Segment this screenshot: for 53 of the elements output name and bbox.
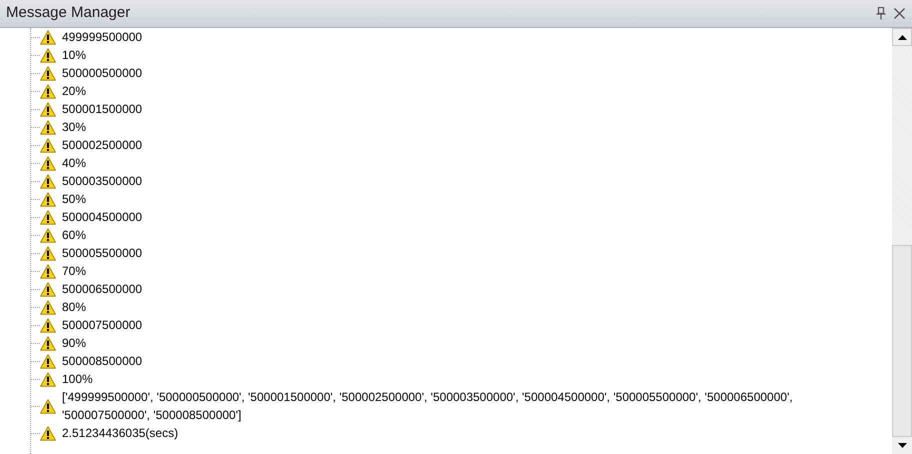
message-text: 500003500000 <box>62 173 142 190</box>
warning-icon <box>40 318 56 332</box>
warning-icon <box>40 426 56 440</box>
up-arrow-icon <box>898 34 906 40</box>
warning-icon <box>40 192 56 206</box>
message-text: 20% <box>62 83 86 100</box>
message-text: 500005500000 <box>62 245 142 262</box>
warning-icon <box>40 398 56 414</box>
message-text: 499999500000 <box>62 29 142 46</box>
warning-icon <box>40 210 56 224</box>
message-text: 80% <box>62 299 86 316</box>
message-text: 500007500000 <box>62 317 142 334</box>
message-text: 500002500000 <box>62 137 142 154</box>
warning-icon <box>40 120 56 134</box>
message-text: 50% <box>62 191 86 208</box>
close-icon[interactable] <box>894 8 905 19</box>
message-text: 100% <box>62 371 93 388</box>
scroll-thumb[interactable] <box>892 245 912 437</box>
warning-icon <box>40 228 56 242</box>
warning-icon <box>40 264 56 278</box>
warning-icon <box>40 246 56 260</box>
message-text: 2.51234436035(secs) <box>62 425 178 442</box>
message-text: 30% <box>62 119 86 136</box>
warning-icon <box>40 354 56 368</box>
warning-icon <box>40 66 56 80</box>
message-text: 70% <box>62 263 86 280</box>
warning-icon <box>40 300 56 314</box>
warning-icon <box>40 156 56 170</box>
message-text: 500001500000 <box>62 101 142 118</box>
message-text: 500000500000 <box>62 65 142 82</box>
message-text: 60% <box>62 227 86 244</box>
window-title: Message Manager <box>6 3 130 24</box>
warning-icon <box>40 30 56 44</box>
warning-icon <box>40 102 56 116</box>
down-arrow-icon <box>898 443 906 448</box>
warning-icon <box>40 336 56 350</box>
message-text: 500006500000 <box>62 281 142 298</box>
warning-icon <box>40 48 56 62</box>
message-text: 10% <box>62 47 86 64</box>
scroll-down-button[interactable] <box>892 437 912 454</box>
message-text: 90% <box>62 335 86 352</box>
pin-icon[interactable] <box>876 7 886 20</box>
scrollbar[interactable] <box>892 28 912 454</box>
scroll-up-button[interactable] <box>892 28 912 46</box>
warning-icon <box>40 84 56 98</box>
message-text: ['499999500000', '500000500000', '500001500000', '500002500000', '500003500000', '500004500000', '500005500000', '500006500000', '500007500000', '500008500000'] <box>62 389 794 424</box>
message-text: 500008500000 <box>62 353 142 370</box>
warning-icon <box>40 372 56 386</box>
message-text: 500004500000 <box>62 209 142 226</box>
warning-icon <box>40 282 56 296</box>
warning-icon <box>40 174 56 188</box>
message-text: 40% <box>62 155 86 172</box>
warning-icon <box>40 138 56 152</box>
